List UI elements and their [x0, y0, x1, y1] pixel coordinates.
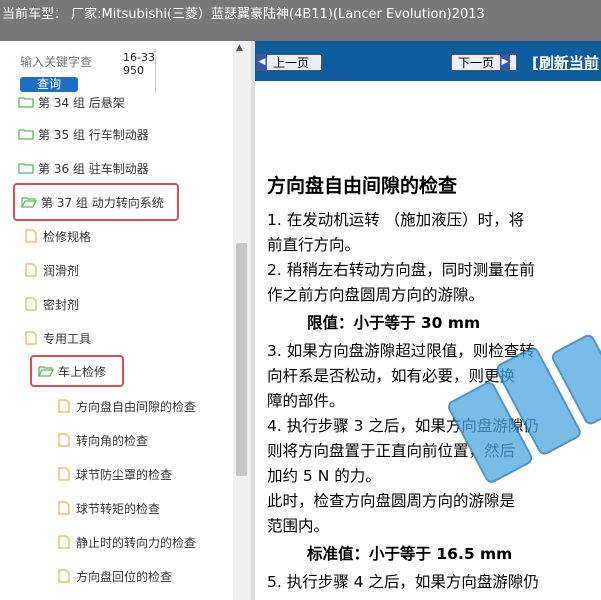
prev-page-button[interactable]: ◀ 上一页 [256, 54, 322, 71]
document-content: 方向盘自由间隙的检查 1. 在发动机运转 （施加液压）时，将 前直行方向。 2.… [267, 171, 601, 595]
doc-line: 1. 在发动机运转 （施加液压）时，将 [267, 211, 525, 229]
document-icon [25, 229, 37, 243]
tree-item-special-tools[interactable]: 专用工具 [25, 324, 91, 352]
current-vehicle-title: 当前车型： 厂家:Mitsubishi(三菱）蓝瑟翼豪陆神(4B11)(Lanc… [2, 7, 485, 22]
open-folder-icon [38, 366, 54, 377]
tree-label: 检修规格 [43, 229, 92, 244]
refresh-link[interactable]: [刷新当前 [532, 52, 599, 73]
doc-line: 2. 稍稍左右转动方向盘，同时测量在前 [267, 261, 535, 279]
doc-line: 5. 执行步骤 4 之后，如果方向盘游隙仍 [267, 573, 539, 591]
doc-limit-value: 限值：小于等于 30 mm [307, 314, 481, 332]
tree-leaf[interactable]: 方向盘自由间隙的检查 [58, 392, 196, 420]
tree-group-35[interactable]: 第 35 组 行车制动器 [18, 120, 149, 148]
document-toolbar: ◀ 上一页 下一页 ▶ [刷新当前 [255, 41, 601, 81]
document-icon [25, 297, 37, 311]
folder-icon [18, 97, 34, 108]
document-icon [25, 331, 37, 345]
folder-icon [18, 129, 34, 140]
doc-line: 向杆系是否松动，如有必要，则更换 [267, 367, 516, 385]
tree-label: 方向盘回位的检查 [76, 569, 173, 584]
scrollbar-thumb[interactable] [236, 243, 247, 476]
tree-label: 车上检修 [58, 364, 107, 379]
tree-item-spec[interactable]: 检修规格 [25, 222, 91, 250]
doc-line: 前直行方向。 [267, 236, 361, 254]
tree-label: 第 35 组 行车制动器 [38, 127, 149, 142]
doc-line: 范围内。 [267, 517, 330, 535]
document-panel: ◀ 上一页 下一页 ▶ [刷新当前 方向盘自由间隙的检查 1. 在发动机运转 （… [255, 41, 601, 600]
scroll-up-icon[interactable]: ▲ [236, 43, 243, 53]
title-bar: 当前车型： 厂家:Mitsubishi(三菱）蓝瑟翼豪陆神(4B11)(Lanc… [0, 0, 601, 41]
doc-heading: 方向盘自由间隙的检查 [267, 175, 458, 197]
tree-leaf[interactable]: 球节防尘罩的检查 [58, 460, 172, 488]
tree-scrollbar[interactable]: ▲ [233, 41, 251, 600]
tree-label: 方向盘自由间隙的检查 [76, 399, 197, 414]
arrow-left-icon: ◀ [257, 55, 267, 70]
document-icon [58, 467, 70, 481]
tree-subfolder-selected[interactable]: 车上检修 [30, 355, 124, 387]
folder-icon [18, 163, 34, 174]
document-icon [25, 263, 37, 277]
doc-line: 则将方向盘置于正直向前位置，然后 [267, 442, 516, 460]
divider-line [155, 49, 156, 93]
tree-group-34[interactable]: 第 34 组 后悬架 [18, 88, 125, 116]
doc-line: 障的部件。 [267, 392, 345, 410]
document-icon [58, 399, 70, 413]
tree-leaf[interactable]: 静止时的转向力的检查 [58, 528, 196, 556]
document-icon [58, 433, 70, 447]
tree-label: 第 34 组 后悬架 [38, 95, 125, 110]
tree-item-lubricant[interactable]: 润滑剂 [25, 256, 79, 284]
tree-label: 第 37 组 动力转向系统 [41, 195, 164, 210]
tree-item-sealant[interactable]: 密封剂 [25, 290, 79, 318]
tree-label: 第 36 组 驻车制动器 [38, 161, 149, 176]
document-icon [58, 569, 70, 583]
tree-leaf[interactable]: 球节转矩的检查 [58, 494, 160, 522]
doc-line: 此时，检查方向盘圆周方向的游隙是 [267, 492, 516, 510]
tree-label: 转向角的检查 [76, 433, 149, 448]
tree-leaf[interactable]: 方向盘回位的检查 [58, 562, 172, 590]
open-folder-icon [21, 197, 37, 208]
tree-label: 润滑剂 [43, 263, 80, 278]
tree-group-37-selected[interactable]: 第 37 组 动力转向系统 [13, 183, 179, 221]
document-icon [58, 535, 70, 549]
tree-group-36[interactable]: 第 36 组 驻车制动器 [18, 154, 149, 182]
doc-standard-value: 标准值：小于等于 16.5 mm [307, 545, 513, 563]
tree-label: 静止时的转向力的检查 [76, 535, 197, 550]
tree-label: 专用工具 [43, 331, 92, 346]
doc-line: 3. 如果方向盘游隙超过限值，则检查转 [267, 342, 535, 360]
doc-line: 加约 5 N 的力。 [267, 467, 381, 485]
next-page-button[interactable]: 下一页 ▶ [451, 54, 517, 71]
tree-leaf[interactable]: 转向角的检查 [58, 426, 148, 454]
arrow-right-icon: ▶ [500, 55, 511, 70]
search-area: 查询 [18, 51, 120, 92]
left-panel: 查询 16-33950 第 34 组 后悬架 第 35 组 行车制动器 第 36… [0, 41, 251, 600]
tree-label: 球节转矩的检查 [76, 501, 161, 516]
tree-label: 球节防尘罩的检查 [76, 467, 173, 482]
doc-line: 作之前方向盘圆周方向的游隙。 [267, 286, 485, 304]
document-icon [58, 501, 70, 515]
search-input[interactable] [18, 55, 120, 69]
tree-label: 密封剂 [43, 297, 80, 312]
doc-line: 4. 执行步骤 3 之后，如果方向盘游隙仍 [267, 417, 539, 435]
code-text: 16-33950 [123, 51, 155, 77]
